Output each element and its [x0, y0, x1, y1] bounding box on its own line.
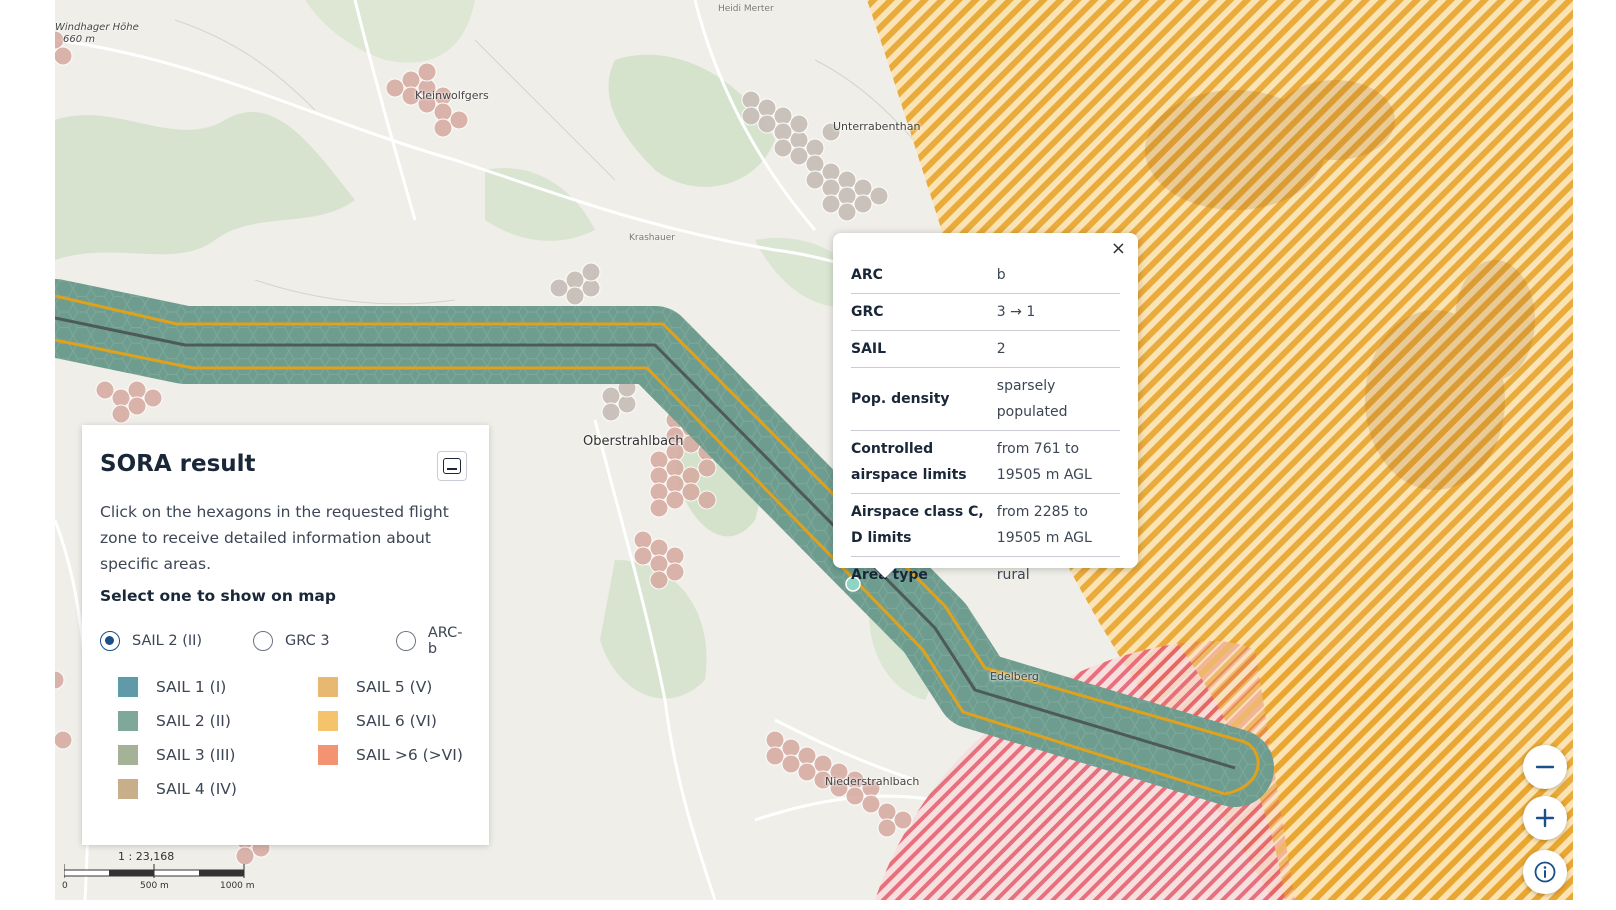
panel-title: SORA result: [100, 451, 256, 477]
panel-description: Click on the hexagons in the requested f…: [100, 503, 449, 573]
table-row: SAIL 2: [851, 330, 1120, 368]
place-label-windhager: Windhager Höhe: [55, 22, 139, 33]
legend-label: SAIL 1 (I): [156, 678, 227, 696]
legend-label: SAIL >6 (>VI): [356, 746, 463, 764]
scale-label-zero: 0: [62, 881, 68, 891]
legend-swatch: [318, 745, 338, 765]
scale-label-end: 1000 m: [220, 881, 255, 891]
legend-swatch: [318, 677, 338, 697]
info-key: SAIL: [851, 330, 997, 368]
radio-button-grc[interactable]: [253, 631, 273, 651]
info-value: from 2285 to 19505 m AGL: [996, 493, 1120, 557]
legend-item: SAIL 4 (IV): [118, 779, 318, 799]
legend-swatch: [318, 711, 338, 731]
info-value: rural: [996, 567, 1030, 583]
info-value: b: [996, 257, 1120, 294]
place-label-unterrabenthan: Unterrabenthan: [833, 120, 921, 133]
info-key: Pop. density: [851, 367, 997, 431]
radio-label-sail: SAIL 2 (II): [132, 633, 203, 649]
radio-grc[interactable]: GRC 3: [253, 625, 396, 657]
place-label-kleinwolfgers: Kleinwolfgers: [415, 89, 489, 102]
scale-bar: [64, 864, 245, 878]
scale-label-mid: 500 m: [140, 881, 169, 891]
close-icon[interactable]: ×: [1111, 239, 1126, 259]
legend-label: SAIL 6 (VI): [356, 712, 437, 730]
legend-item: SAIL 2 (II): [118, 711, 318, 731]
info-value: from 761 to 19505 m AGL: [996, 430, 1120, 494]
table-row: Controlled airspace limits from 761 to 19…: [851, 430, 1120, 494]
table-row: Pop. density sparsely populated: [851, 367, 1120, 431]
place-label-oberstrahlbach: Oberstrahlbach: [583, 434, 684, 449]
sora-result-panel: SORA result Click on the hexagons in the…: [82, 425, 489, 845]
place-label-edelberg: Edelberg: [990, 670, 1039, 683]
minimize-panel-button[interactable]: [437, 451, 467, 481]
info-value: 3 → 1: [996, 293, 1120, 331]
legend-swatch: [118, 677, 138, 697]
info-icon: [1534, 861, 1556, 883]
info-table: ARC b GRC 3 → 1 SAIL 2 Pop. density sparsely…: [851, 257, 1120, 593]
zoom-in-button[interactable]: [1523, 796, 1567, 840]
legend-item: SAIL 5 (V): [318, 677, 498, 697]
table-row: GRC 3 → 1: [851, 293, 1120, 331]
minimize-icon: [443, 458, 461, 474]
legend-label: SAIL 2 (II): [156, 712, 231, 730]
radio-sail[interactable]: SAIL 2 (II): [100, 625, 253, 657]
info-key: GRC: [851, 293, 997, 331]
minus-icon: [1535, 765, 1555, 769]
radio-button-arc[interactable]: [396, 631, 416, 651]
info-button[interactable]: [1523, 850, 1567, 894]
info-key: Area type: [851, 567, 928, 583]
place-label-niederstrahlbach: Niederstrahlbach: [825, 775, 920, 788]
zoom-out-button[interactable]: [1523, 745, 1567, 789]
radio-label-arc: ARC-b: [427, 625, 463, 657]
radio-button-sail[interactable]: [100, 631, 120, 651]
legend-item: SAIL >6 (>VI): [318, 745, 498, 765]
table-row: Area type rural: [851, 557, 1120, 594]
legend-swatch: [118, 779, 138, 799]
legend-label: SAIL 5 (V): [356, 678, 433, 696]
map-layer-radio-group: SAIL 2 (II) GRC 3 ARC-b: [100, 625, 471, 657]
legend-label: SAIL 4 (IV): [156, 780, 237, 798]
sail-legend: SAIL 1 (I) SAIL 5 (V) SAIL 2 (II) SAIL 6…: [100, 677, 471, 799]
table-row: Airspace class C, D limits from 2285 to 1…: [851, 493, 1120, 557]
legend-swatch: [118, 711, 138, 731]
legend-label: SAIL 3 (III): [156, 746, 236, 764]
select-label: Select one to show on map: [100, 587, 336, 605]
place-label-krashauer: Krashauer: [629, 233, 675, 243]
legend-item: SAIL 6 (VI): [318, 711, 498, 731]
info-key: Controlled airspace limits: [851, 430, 997, 494]
info-value: sparsely populated: [996, 367, 1120, 431]
plus-icon: [1535, 808, 1555, 828]
table-row: ARC b: [851, 257, 1120, 294]
place-label-heidi: Heidi Merter: [718, 4, 774, 14]
radio-label-grc: GRC 3: [285, 633, 330, 649]
legend-item: SAIL 3 (III): [118, 745, 318, 765]
hexagon-info-popup: × ARC b GRC 3 → 1 SAIL 2 Pop. density sparse…: [833, 233, 1138, 583]
info-key: ARC: [851, 257, 997, 294]
info-value: 2: [996, 330, 1120, 368]
info-key: Airspace class C, D limits: [851, 493, 997, 557]
place-label-elevation: 660 m: [63, 34, 96, 45]
radio-arc[interactable]: ARC-b: [396, 625, 471, 657]
legend-item: SAIL 1 (I): [118, 677, 318, 697]
legend-swatch: [118, 745, 138, 765]
